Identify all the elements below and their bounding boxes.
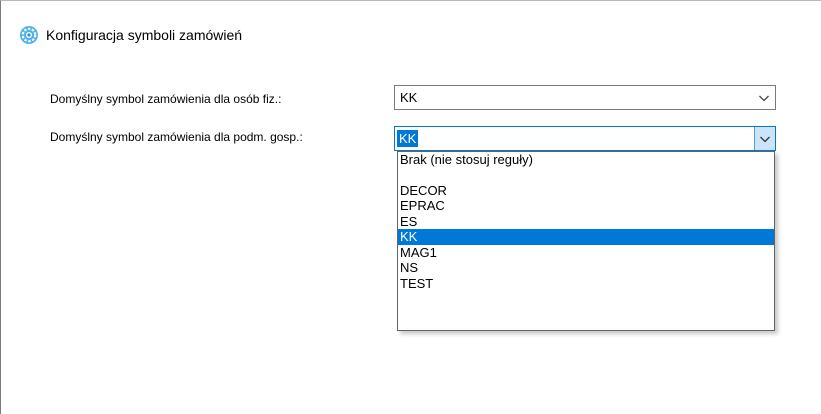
dropdown-list[interactable]: Brak (nie stosuj reguły) DECOR EPRAC ES … — [397, 151, 775, 331]
label-podmioty-gospodarcze: Domyślny symbol zamówienia dla podm. gos… — [50, 130, 303, 144]
chevron-down-icon[interactable] — [758, 132, 772, 146]
dropdown-option-kk[interactable]: KK — [398, 229, 774, 245]
combo-podmioty-gospodarcze[interactable]: KK — [394, 126, 776, 151]
window-title: Konfiguracja symboli zamówień — [46, 27, 243, 43]
dropdown-option-ns[interactable]: NS — [398, 260, 774, 276]
dropdown-option-brak[interactable]: Brak (nie stosuj reguły) — [398, 152, 774, 168]
label-osoby-fizyczne: Domyślny symbol zamówienia dla osób fiz.… — [50, 92, 282, 106]
dropdown-option-test[interactable]: TEST — [398, 276, 774, 292]
combo-podmioty-gospodarcze-value[interactable]: KK — [397, 130, 419, 147]
chevron-down-icon[interactable] — [757, 91, 771, 105]
combo-osoby-fizyczne[interactable]: KK — [394, 85, 776, 110]
dropdown-option-eprac[interactable]: EPRAC — [398, 198, 774, 214]
dropdown-option-decor[interactable]: DECOR — [398, 183, 774, 199]
dropdown-button[interactable] — [754, 127, 775, 150]
dropdown-option-es[interactable]: ES — [398, 214, 774, 230]
dropdown-option-empty[interactable] — [398, 168, 774, 183]
combo-osoby-fizyczne-value: KK — [400, 90, 418, 105]
window-title-bar: Konfiguracja symboli zamówień — [19, 23, 242, 47]
gear-icon — [20, 26, 38, 44]
dropdown-option-mag1[interactable]: MAG1 — [398, 245, 774, 261]
config-window: Konfiguracja symboli zamówień Domyślny s… — [0, 0, 821, 414]
